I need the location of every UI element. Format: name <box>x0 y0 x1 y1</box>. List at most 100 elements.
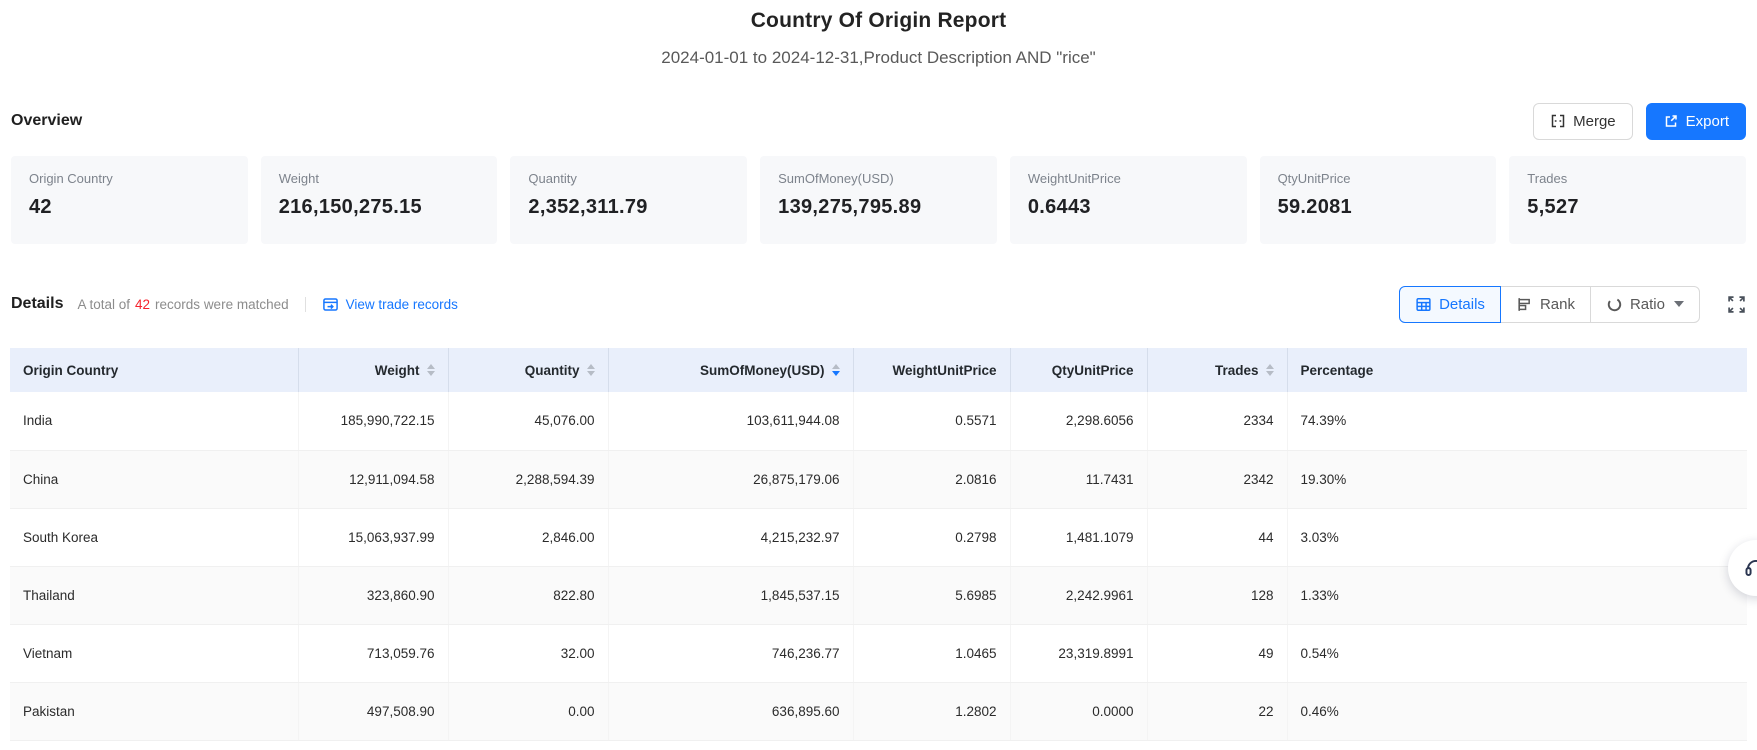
table-header: Origin Country Weight Quantity SumOfMoney(U… <box>10 348 1747 392</box>
ratio-mode-button[interactable]: Ratio <box>1589 285 1700 323</box>
cell-percentage: 3.03% <box>1287 508 1747 567</box>
column-header-inner: SumOfMoney(USD) <box>622 363 840 378</box>
cell-sumofmoney-usd: 636,895.60 <box>608 682 854 741</box>
sort-carets-icon <box>586 363 595 377</box>
cell-percentage: 0.46% <box>1287 682 1747 741</box>
column-header-label: Weight <box>374 362 420 378</box>
cell-weightunitprice: 0.5571 <box>853 392 1011 451</box>
cell-qtyunitprice: 2,298.6056 <box>1010 392 1148 451</box>
column-header-quantity[interactable]: Quantity <box>448 348 609 392</box>
stat-card-qtyunitprice: QtyUnitPrice 59.2081 <box>1259 156 1497 244</box>
column-header-percentage: Percentage <box>1287 348 1747 392</box>
column-header-label: Trades <box>1214 362 1259 378</box>
export-arrow-icon <box>1663 113 1679 129</box>
table-header-row: Origin Country Weight Quantity SumOfMoney(U… <box>10 348 1747 392</box>
stat-card-label: QtyUnitPrice <box>1277 171 1351 186</box>
cell-trades: 2334 <box>1147 392 1288 451</box>
details-mode-button[interactable]: Details <box>1399 285 1501 323</box>
cell-origin-country: South Korea <box>10 508 299 567</box>
view-trade-records-label: View trade records <box>345 296 458 312</box>
sort-carets-icon <box>1265 363 1274 377</box>
cell-quantity: 45,076.00 <box>448 392 609 451</box>
stat-card-label: Quantity <box>528 171 577 186</box>
table-row-india: India 185,990,722.15 45,076.00 103,611,944.… <box>10 392 1747 451</box>
column-header-origin-country: Origin Country <box>10 348 299 392</box>
cell-weightunitprice: 0.2798 <box>853 508 1011 567</box>
matched-count: 42 <box>135 296 151 312</box>
cell-weight: 185,990,722.15 <box>298 392 449 451</box>
column-header-inner: Trades <box>1161 363 1274 378</box>
column-header-inner: Quantity <box>462 363 595 378</box>
matched-prefix: A total of <box>77 296 131 312</box>
column-header-inner: Percentage <box>1301 363 1735 378</box>
cell-sumofmoney-usd: 26,875,179.06 <box>608 450 854 509</box>
column-header-qtyunitprice: QtyUnitPrice <box>1010 348 1148 392</box>
ratio-mode-label: Ratio <box>1629 295 1665 313</box>
column-header-weightunitprice: WeightUnitPrice <box>853 348 1011 392</box>
cell-percentage: 19.30% <box>1287 450 1747 509</box>
cell-quantity: 32.00 <box>448 624 609 683</box>
table-row-south-korea: South Korea 15,063,937.99 2,846.00 4,215,23… <box>10 508 1747 567</box>
table-grid-icon <box>1415 296 1432 313</box>
cell-sumofmoney-usd: 103,611,944.08 <box>608 392 854 451</box>
column-header-trades[interactable]: Trades <box>1147 348 1288 392</box>
cell-qtyunitprice: 1,481.1079 <box>1010 508 1148 567</box>
cell-qtyunitprice: 2,242.9961 <box>1010 566 1148 625</box>
cell-weight: 497,508.90 <box>298 682 449 741</box>
overview-heading: Overview <box>11 112 83 129</box>
fullscreen-button[interactable] <box>1727 295 1746 314</box>
view-trade-records-link[interactable]: View trade records <box>322 296 458 313</box>
cell-weightunitprice: 5.6985 <box>853 566 1011 625</box>
cell-origin-country: Vietnam <box>10 624 299 683</box>
cell-weightunitprice: 2.0816 <box>853 450 1011 509</box>
column-header-label: Origin Country <box>23 362 119 378</box>
matched-suffix: records were matched <box>155 296 289 312</box>
cell-quantity: 2,846.00 <box>448 508 609 567</box>
stat-card-label: Origin Country <box>29 171 113 186</box>
stat-card-trades: Trades 5,527 <box>1509 156 1746 244</box>
trade-records-icon <box>322 296 339 313</box>
view-mode-group: Details Rank Ratio <box>1399 285 1700 323</box>
stat-card-quantity: Quantity 2,352,311.79 <box>510 156 748 244</box>
table-row-china: China 12,911,094.58 2,288,594.39 26,875,179… <box>10 450 1747 509</box>
stat-card-weightunitprice: WeightUnitPrice 0.6443 <box>1009 156 1247 244</box>
stat-card-value: 0.6443 <box>1027 196 1091 218</box>
stat-card-label: WeightUnitPrice <box>1027 171 1121 186</box>
merge-cells-icon <box>1550 113 1566 129</box>
stat-card-value: 42 <box>29 196 52 218</box>
stat-card-sumofmoney-usd: SumOfMoney(USD) 139,275,795.89 <box>760 156 997 244</box>
column-header-label: Quantity <box>524 362 580 378</box>
rank-mode-button[interactable]: Rank <box>1499 285 1591 323</box>
overview-cards: Origin Country 42 Weight 216,150,275.15 Quan… <box>0 156 1757 244</box>
cell-origin-country: India <box>10 392 299 451</box>
column-header-inner: Origin Country <box>23 363 285 378</box>
report-subtitle: 2024-01-01 to 2024-12-31,Product Descrip… <box>661 48 1096 67</box>
rank-bars-icon <box>1516 296 1533 313</box>
column-header-weight[interactable]: Weight <box>298 348 449 392</box>
cell-trades: 49 <box>1147 624 1288 683</box>
page-title: Country Of Origin Report <box>750 9 1007 32</box>
export-button[interactable]: Export <box>1645 102 1746 140</box>
cell-percentage: 74.39% <box>1287 392 1747 451</box>
cell-trades: 44 <box>1147 508 1288 567</box>
column-header-label: Percentage <box>1300 362 1374 378</box>
column-header-sumofmoney-usd[interactable]: SumOfMoney(USD) <box>608 348 854 392</box>
column-header-label: QtyUnitPrice <box>1051 362 1134 378</box>
cell-sumofmoney-usd: 746,236.77 <box>608 624 854 683</box>
cell-qtyunitprice: 0.0000 <box>1010 682 1148 741</box>
details-heading: Details <box>11 295 64 312</box>
donut-ring-icon <box>1606 296 1623 313</box>
stat-card-label: Weight <box>278 171 319 186</box>
cell-quantity: 822.80 <box>448 566 609 625</box>
cell-sumofmoney-usd: 4,215,232.97 <box>608 508 854 567</box>
merge-button[interactable]: Merge <box>1533 102 1633 140</box>
country-of-origin-report-page: Country Of Origin Report 2024-01-01 to 2… <box>0 0 1757 750</box>
cell-weight: 15,063,937.99 <box>298 508 449 567</box>
cell-quantity: 0.00 <box>448 682 609 741</box>
caret-down-icon <box>1674 301 1684 307</box>
cell-origin-country: China <box>10 450 299 509</box>
column-header-inner: QtyUnitPrice <box>1024 363 1134 378</box>
cell-trades: 22 <box>1147 682 1288 741</box>
stat-card-weight: Weight 216,150,275.15 <box>260 156 498 244</box>
column-header-label: WeightUnitPrice <box>892 362 997 378</box>
